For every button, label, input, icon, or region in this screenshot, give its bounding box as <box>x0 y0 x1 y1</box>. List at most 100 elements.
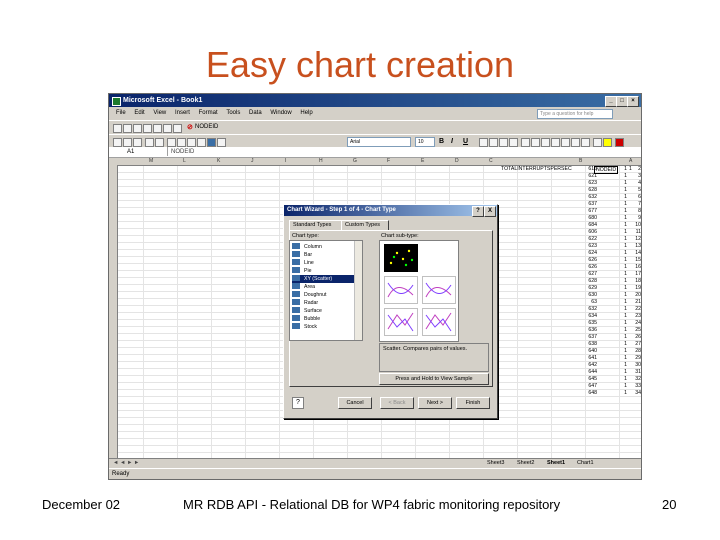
formula-input[interactable]: NODEID <box>171 147 194 157</box>
cell-p[interactable]: 1 <box>619 348 627 355</box>
percent-icon[interactable] <box>531 138 540 147</box>
chart-type-xy-scatter[interactable]: XY (Scatter) <box>292 275 354 283</box>
font-name-select[interactable]: Arial <box>347 137 411 147</box>
cell-o[interactable]: 628 <box>567 187 597 194</box>
sort-asc-icon[interactable] <box>187 138 196 147</box>
sheet-tab-sheet2[interactable]: Sheet2 <box>517 459 534 468</box>
cell-q[interactable]: 8 <box>631 208 641 215</box>
format-painter-icon[interactable] <box>133 138 142 147</box>
cell-o[interactable]: 677 <box>567 208 597 215</box>
cell-p[interactable]: 1 <box>619 278 627 285</box>
cell-o[interactable]: 626 <box>567 264 597 271</box>
chart-type-area[interactable]: Area <box>292 283 360 291</box>
cell-o[interactable]: 637 <box>567 201 597 208</box>
cell-p[interactable]: 1 <box>619 355 627 362</box>
menu-item-file[interactable]: File <box>116 108 126 119</box>
chart-type-bar[interactable]: Bar <box>292 251 360 259</box>
cell-p[interactable]: 1 <box>619 173 627 180</box>
copy-icon[interactable] <box>113 138 122 147</box>
column-header[interactable]: H <box>319 158 323 165</box>
dialog-title-bar[interactable]: Chart Wizard - Step 1 of 4 - Chart Type … <box>284 205 497 217</box>
finish-button[interactable]: Finish <box>456 397 490 409</box>
cell-p[interactable]: 1 <box>619 320 627 327</box>
cell-q[interactable]: 15 <box>631 257 641 264</box>
cell-q[interactable]: 16 <box>631 264 641 271</box>
column-header[interactable]: A <box>629 158 632 165</box>
undo-icon[interactable] <box>145 138 154 147</box>
cell-o[interactable]: 640 <box>567 348 597 355</box>
chart-type-column[interactable]: Column <box>292 243 360 251</box>
sheet-tab-chart1[interactable]: Chart1 <box>577 459 594 468</box>
excel-title-bar[interactable]: Microsoft Excel - Book1 _ □ × <box>109 94 641 107</box>
outdent-icon[interactable] <box>581 138 590 147</box>
cell-p[interactable]: 1 <box>619 383 627 390</box>
fill-color-icon[interactable] <box>603 138 612 147</box>
menu-item-tools[interactable]: Tools <box>226 108 240 119</box>
cell-p[interactable]: 1 <box>619 208 627 215</box>
paste-icon[interactable] <box>123 138 132 147</box>
column-header[interactable]: J <box>251 158 254 165</box>
column-header[interactable]: M <box>149 158 153 165</box>
align-left-icon[interactable] <box>479 138 488 147</box>
cell-p[interactable]: 1 <box>619 341 627 348</box>
close-icon[interactable]: × <box>627 96 639 107</box>
chart-type-surface[interactable]: Surface <box>292 307 360 315</box>
subtype-scatter-markers[interactable] <box>384 244 418 272</box>
cell-o[interactable]: 627 <box>567 271 597 278</box>
cell-o[interactable]: 632 <box>567 194 597 201</box>
dialog-help-icon[interactable]: ? <box>472 206 484 217</box>
cell-q[interactable]: 17 <box>631 271 641 278</box>
cell-q[interactable]: 23 <box>631 313 641 320</box>
cut-icon[interactable] <box>173 124 182 133</box>
cell-q[interactable]: 10 <box>631 222 641 229</box>
cell-p[interactable]: 1 <box>619 243 627 250</box>
cell-q[interactable]: 5 <box>631 187 641 194</box>
cell-p[interactable]: 1 <box>619 306 627 313</box>
cell-q[interactable]: 20 <box>631 292 641 299</box>
currency-icon[interactable] <box>521 138 530 147</box>
dialog-close-icon[interactable]: X <box>484 206 496 217</box>
subtype-scatter-lines[interactable] <box>422 308 456 336</box>
sheet-tab-sheet1[interactable]: Sheet1 <box>547 459 565 468</box>
cell-q[interactable]: 4 <box>631 180 641 187</box>
cell-o[interactable]: 637 <box>567 334 597 341</box>
cell-p[interactable]: 1 <box>619 236 627 243</box>
indent-icon[interactable] <box>571 138 580 147</box>
print-icon[interactable] <box>143 124 152 133</box>
cell-q[interactable]: 25 <box>631 327 641 334</box>
cell-p[interactable]: 1 <box>619 257 627 264</box>
borders-icon[interactable] <box>593 138 602 147</box>
increase-decimal-icon[interactable] <box>551 138 560 147</box>
column-header[interactable]: L <box>183 158 186 165</box>
cell-o[interactable]: 645 <box>567 376 597 383</box>
cell-q[interactable]: 30 <box>631 362 641 369</box>
chart-type-line[interactable]: Line <box>292 259 360 267</box>
redo-icon[interactable] <box>155 138 164 147</box>
cell-p[interactable]: 1 <box>619 215 627 222</box>
preview-icon[interactable] <box>153 124 162 133</box>
cell-o[interactable]: 648 <box>567 390 597 397</box>
menu-item-format[interactable]: Format <box>199 108 218 119</box>
back-button[interactable]: < Back <box>380 397 414 409</box>
header-cell-nodeid[interactable]: NODEID <box>594 166 619 174</box>
chart-type-stock[interactable]: Stock <box>292 323 360 331</box>
cell-o[interactable]: 647 <box>567 383 597 390</box>
menu-item-view[interactable]: View <box>153 108 166 119</box>
comma-icon[interactable] <box>541 138 550 147</box>
column-header[interactable]: B <box>579 158 582 165</box>
align-right-icon[interactable] <box>499 138 508 147</box>
underline-icon[interactable]: U <box>463 137 468 146</box>
subtype-scatter-smooth[interactable] <box>422 276 456 304</box>
cell-q[interactable]: 27 <box>631 341 641 348</box>
cell-o[interactable]: 624 <box>567 250 597 257</box>
cell-p[interactable]: 1 <box>619 376 627 383</box>
align-center-icon[interactable] <box>489 138 498 147</box>
column-header[interactable]: C <box>489 158 493 165</box>
bold-icon[interactable]: B <box>439 137 444 146</box>
menu-item-data[interactable]: Data <box>249 108 262 119</box>
cell-o[interactable]: 629 <box>567 285 597 292</box>
cell-o[interactable]: 63 <box>567 299 597 306</box>
cell-o[interactable]: 626 <box>567 257 597 264</box>
column-header[interactable]: D <box>455 158 459 165</box>
tab-custom-types[interactable]: Custom Types <box>341 220 389 230</box>
